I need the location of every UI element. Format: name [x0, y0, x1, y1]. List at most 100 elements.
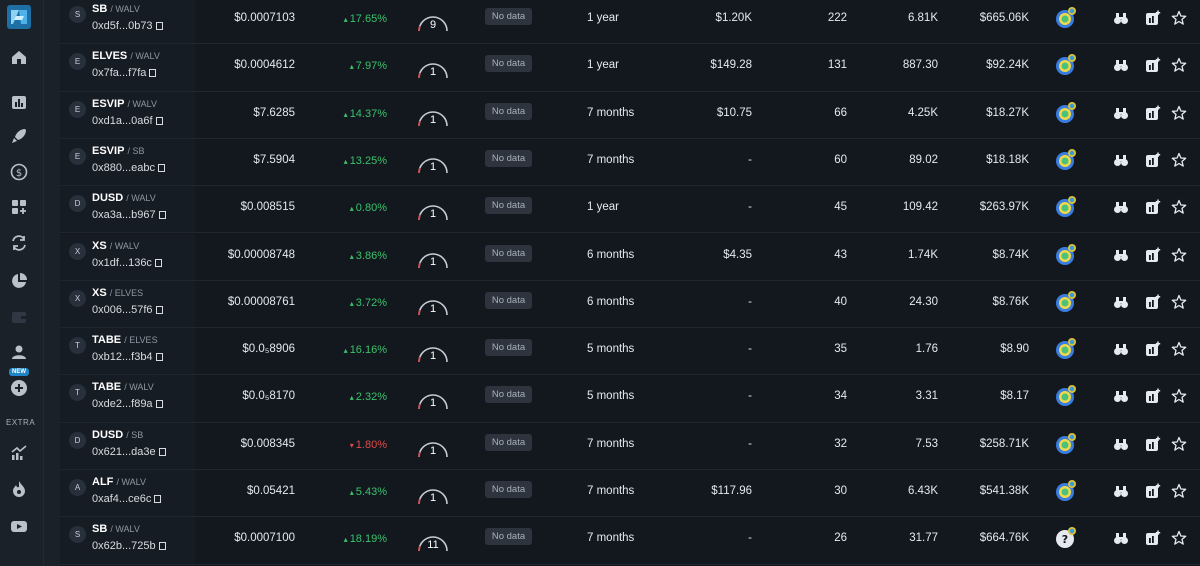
base-token[interactable]: SB	[92, 523, 107, 535]
score-badge-icon[interactable]	[1054, 148, 1078, 172]
binoculars-icon[interactable]	[1113, 388, 1129, 404]
dollar-icon[interactable]: $	[8, 161, 30, 183]
star-icon[interactable]	[1171, 105, 1187, 121]
grid-plus-icon[interactable]	[8, 196, 30, 218]
base-token[interactable]: DUSD	[92, 429, 123, 441]
table-row[interactable]: T TABE / WALV 0xde2...f89a $0.0₅8170 ▴ 2.…	[60, 375, 1200, 423]
contract-address[interactable]: 0xaf4...ce6c	[92, 493, 162, 505]
binoculars-icon[interactable]	[1113, 152, 1129, 168]
contract-address[interactable]: 0x621...da3e	[92, 446, 166, 458]
table-row[interactable]: S SB / WALV 0x62b...725b $0.0007100 ▴ 18.…	[60, 517, 1200, 565]
copy-icon[interactable]	[158, 163, 165, 172]
chart-plus-icon[interactable]	[1145, 388, 1161, 404]
star-icon[interactable]	[1171, 341, 1187, 357]
binoculars-icon[interactable]	[1113, 10, 1129, 26]
app-logo[interactable]	[6, 4, 32, 30]
base-token[interactable]: XS	[92, 287, 107, 299]
base-token[interactable]: TABE	[92, 334, 121, 346]
star-icon[interactable]	[1171, 436, 1187, 452]
chart-plus-icon[interactable]	[1145, 152, 1161, 168]
chart-plus-icon[interactable]	[1145, 10, 1161, 26]
score-badge-icon[interactable]	[1054, 101, 1078, 125]
base-token[interactable]: ESVIP	[92, 145, 124, 157]
pair-name[interactable]: TABE / ELVES	[92, 334, 158, 346]
copy-icon[interactable]	[154, 495, 162, 503]
base-token[interactable]: DUSD	[92, 192, 123, 204]
contract-address[interactable]: 0xd5f...0b73	[92, 20, 163, 32]
table-row[interactable]: D DUSD / SB 0x621...da3e $0.008345 ▾ 1.80…	[60, 422, 1200, 470]
pair-name[interactable]: TABE / WALV	[92, 381, 154, 393]
copy-icon[interactable]	[155, 305, 163, 314]
pair-name[interactable]: SB / WALV	[92, 3, 140, 15]
contract-address[interactable]: 0x006...57f6	[92, 304, 163, 316]
chart-plus-icon[interactable]	[1145, 341, 1161, 357]
binoculars-icon[interactable]	[1113, 247, 1129, 263]
contract-address[interactable]: 0x880...eabc	[92, 162, 165, 174]
base-token[interactable]: ESVIP	[92, 98, 124, 110]
user-icon[interactable]	[8, 341, 30, 363]
star-icon[interactable]	[1171, 152, 1187, 168]
binoculars-icon[interactable]	[1113, 483, 1129, 499]
score-badge-icon[interactable]	[1054, 290, 1078, 314]
copy-icon[interactable]	[155, 400, 163, 409]
contract-address[interactable]: 0xde2...f89a	[92, 398, 163, 410]
binoculars-icon[interactable]	[1113, 199, 1129, 215]
chart-plus-icon[interactable]	[1145, 105, 1161, 121]
pair-name[interactable]: XS / ELVES	[92, 287, 143, 299]
rocket-icon[interactable]	[8, 125, 30, 147]
base-token[interactable]: ALF	[92, 476, 113, 488]
score-badge-icon[interactable]	[1054, 6, 1078, 30]
table-row[interactable]: A ALF / WALV 0xaf4...ce6c $0.05421 ▴ 5.43…	[60, 470, 1200, 518]
contract-address[interactable]: 0xd1a...0a6f	[92, 115, 163, 127]
score-badge-icon[interactable]	[1054, 432, 1078, 456]
chart-plus-icon[interactable]	[1145, 483, 1161, 499]
contract-address[interactable]: 0xa3a...b967	[92, 209, 166, 221]
table-row[interactable]: X XS / ELVES 0x006...57f6 $0.00008761 ▴ 3…	[60, 280, 1200, 329]
copy-icon[interactable]	[155, 22, 163, 30]
chart-plus-icon[interactable]	[1145, 57, 1161, 73]
pair-name[interactable]: ALF / WALV	[92, 476, 146, 488]
table-row[interactable]: D DUSD / WALV 0xa3a...b967 $0.008515 ▴ 0.…	[60, 186, 1200, 234]
copy-icon[interactable]	[158, 542, 166, 551]
score-badge-icon[interactable]	[1054, 337, 1078, 361]
table-row[interactable]: E ELVES / WALV 0x7fa...f7fa $0.0004612 ▴…	[60, 44, 1200, 92]
fire-icon[interactable]	[8, 478, 30, 500]
star-icon[interactable]	[1171, 483, 1187, 499]
contract-address[interactable]: 0x7fa...f7fa	[92, 67, 157, 79]
binoculars-icon[interactable]	[1113, 294, 1129, 310]
star-icon[interactable]	[1171, 10, 1187, 26]
pair-name[interactable]: DUSD / WALV	[92, 192, 156, 204]
table-row[interactable]: S SB / WALV 0xd5f...0b73 $0.0007103 ▴ 17.…	[60, 0, 1200, 45]
table-row[interactable]: E ESVIP / SB 0x880...eabc $7.5904 ▴ 13.25…	[60, 138, 1200, 187]
copy-icon[interactable]	[154, 258, 162, 267]
wallet-icon[interactable]	[8, 306, 30, 328]
base-token[interactable]: XS	[92, 240, 107, 252]
contract-address[interactable]: 0x1df...136c	[92, 257, 162, 269]
binoculars-icon[interactable]	[1113, 105, 1129, 121]
unknown-score-icon[interactable]: ?	[1054, 526, 1078, 550]
score-badge-icon[interactable]	[1054, 384, 1078, 408]
binoculars-icon[interactable]	[1113, 341, 1129, 357]
binoculars-icon[interactable]	[1113, 530, 1129, 546]
score-badge-icon[interactable]	[1054, 479, 1078, 503]
chart-plus-icon[interactable]	[1145, 294, 1161, 310]
binoculars-icon[interactable]	[1113, 57, 1129, 73]
table-row[interactable]: T TABE / ELVES 0xb12...f3b4 $0.0₅8906 ▴ 1…	[60, 328, 1200, 376]
plus-circle-icon[interactable]	[8, 377, 30, 399]
copy-icon[interactable]	[158, 211, 166, 220]
base-token[interactable]: ELVES	[92, 50, 127, 62]
home-icon[interactable]	[8, 46, 30, 68]
bar-chart-icon[interactable]	[8, 91, 30, 113]
pair-name[interactable]: XS / WALV	[92, 240, 139, 252]
copy-icon[interactable]	[149, 69, 157, 78]
chart-plus-icon[interactable]	[1145, 436, 1161, 452]
pair-name[interactable]: ESVIP / SB	[92, 145, 145, 157]
contract-address[interactable]: 0x62b...725b	[92, 540, 166, 552]
copy-icon[interactable]	[158, 447, 166, 456]
pair-name[interactable]: DUSD / SB	[92, 429, 143, 441]
chart-plus-icon[interactable]	[1145, 530, 1161, 546]
star-icon[interactable]	[1171, 388, 1187, 404]
star-icon[interactable]	[1171, 57, 1187, 73]
pair-name[interactable]: SB / WALV	[92, 523, 140, 535]
chart-plus-icon[interactable]	[1145, 199, 1161, 215]
